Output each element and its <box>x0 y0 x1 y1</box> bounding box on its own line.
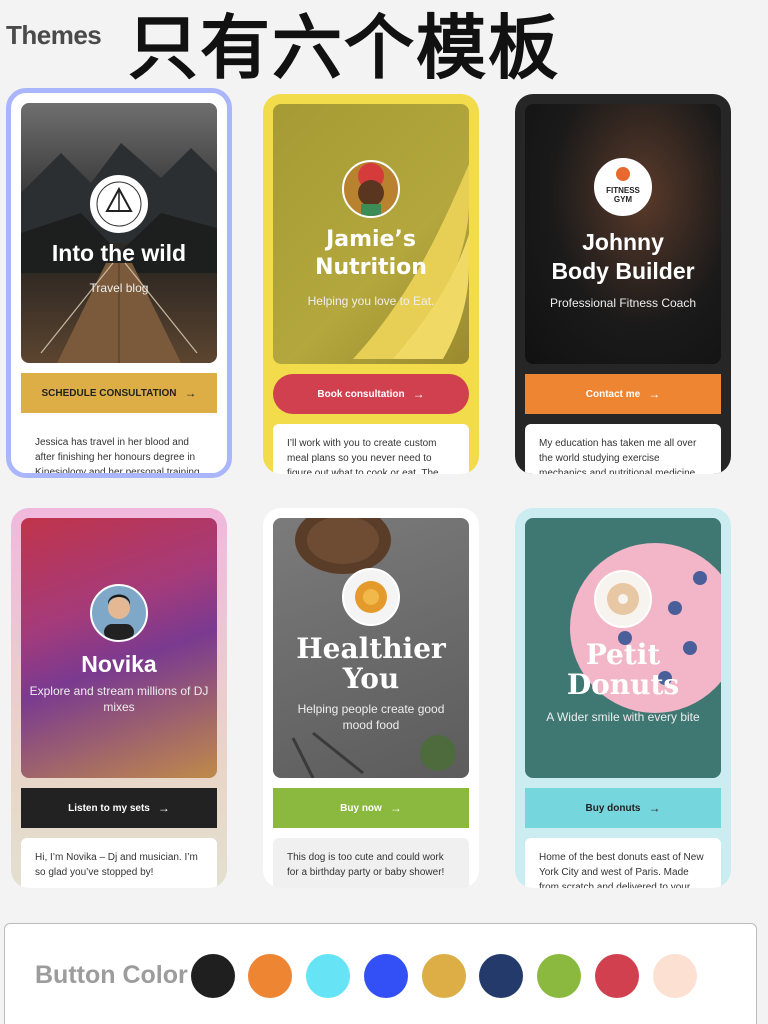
fitness-gym-logo-text: FITNESS GYM <box>606 186 640 204</box>
hero-title: Into the wild <box>51 240 187 266</box>
hero-subtitle: Helping people create good mood food <box>297 702 445 732</box>
hero-subtitle: A Wider smile with every bite <box>546 710 700 724</box>
hero-title-line2: Body Builder <box>551 258 695 284</box>
theme-description: Jessica has travel in her blood and afte… <box>21 423 217 473</box>
hero-title-line2: You <box>342 662 400 695</box>
hero-subtitle: Helping you love to Eat. <box>307 294 435 308</box>
theme-card-into-the-wild[interactable]: Into the wild Travel blog SCHEDULE CONSU… <box>6 88 232 478</box>
book-consultation-button[interactable]: Book consultation → <box>273 374 469 414</box>
theme-description: Home of the best donuts east of New York… <box>525 838 721 888</box>
avatar <box>90 584 148 642</box>
hero-image: Novika Explore and stream millions of DJ… <box>21 518 217 778</box>
hero-title-line2: Nutrition <box>315 255 427 280</box>
theme-description: Hi, I’m Novika – Dj and musician. I’m so… <box>21 838 217 888</box>
hero-title-line1: Jamie’s <box>326 227 416 252</box>
color-swatch-blue[interactable] <box>364 954 408 998</box>
theme-description: My education has taken me all over the w… <box>525 424 721 474</box>
into-the-wild-logo <box>90 175 148 233</box>
hero-image: Petit Donuts A Wider smile with every bi… <box>525 518 721 778</box>
color-swatch-navy[interactable] <box>479 954 523 998</box>
theme-card-healthier-you[interactable]: Healthier You Helping people create good… <box>263 508 479 888</box>
hero-subtitle: Explore and stream millions of DJ mixes <box>29 684 209 714</box>
theme-description: This dog is too cute and could work for … <box>273 838 469 888</box>
button-color-label: Button Color <box>35 961 188 989</box>
color-swatch-mustard[interactable] <box>422 954 466 998</box>
button-color-panel: Button Color <box>4 923 757 1024</box>
hero-title-line2: Donuts <box>566 668 680 701</box>
avatar <box>342 568 400 626</box>
theme-card-jamies-nutrition[interactable]: Jamie’s Nutrition Helping you love to Ea… <box>263 94 479 474</box>
hero-title-line1: Healthier <box>296 632 446 665</box>
contact-me-button[interactable]: Contact me → <box>525 374 721 414</box>
arrow-right-icon: → <box>648 387 661 401</box>
arrow-right-icon: → <box>412 387 425 401</box>
avatar <box>594 570 652 628</box>
avatar <box>342 160 400 218</box>
color-swatch-cyan[interactable] <box>306 954 350 998</box>
theme-description: I’ll work with you to create custom meal… <box>273 424 469 474</box>
fitness-gym-logo: FITNESS GYM <box>594 158 652 216</box>
hero-title-line1: Johnny <box>582 229 664 255</box>
arrow-right-icon: → <box>389 801 402 815</box>
hero-image: Healthier You Helping people create good… <box>273 518 469 778</box>
banner-overlay-text: 只有六个模板 <box>128 7 560 89</box>
themes-heading: Themes <box>6 20 102 50</box>
color-swatch-peach[interactable] <box>653 954 697 998</box>
theme-card-petit-donuts[interactable]: Petit Donuts A Wider smile with every bi… <box>515 508 731 888</box>
color-swatch-black[interactable] <box>191 954 235 998</box>
arrow-right-icon: → <box>157 801 170 815</box>
listen-to-my-sets-button[interactable]: Listen to my sets → <box>21 788 217 828</box>
hero-title-line1: Petit <box>585 638 661 671</box>
hero-image: Into the wild Travel blog <box>21 103 217 363</box>
header: Themes 只有六个模板 <box>0 0 768 90</box>
hero-title: Novika <box>81 651 157 677</box>
hero-image: FITNESS GYM Johnny Body Builder Professi… <box>525 104 721 364</box>
mountain-bridge-illustration <box>21 143 217 363</box>
buy-donuts-button[interactable]: Buy donuts → <box>525 788 721 828</box>
theme-card-novika[interactable]: Novika Explore and stream millions of DJ… <box>11 508 227 888</box>
arrow-right-icon: → <box>184 386 197 400</box>
schedule-consultation-button[interactable]: SCHEDULE CONSULTATION → <box>21 373 217 413</box>
theme-card-johnny-body-builder[interactable]: FITNESS GYM Johnny Body Builder Professi… <box>515 94 731 474</box>
color-swatch-red[interactable] <box>595 954 639 998</box>
hero-image: Jamie’s Nutrition Helping you love to Ea… <box>273 104 469 364</box>
color-swatch-green[interactable] <box>537 954 581 998</box>
hero-subtitle: Travel blog <box>89 281 149 295</box>
arrow-right-icon: → <box>648 801 661 815</box>
buy-now-button[interactable]: Buy now → <box>273 788 469 828</box>
hero-subtitle: Professional Fitness Coach <box>549 296 697 310</box>
color-swatch-orange[interactable] <box>248 954 292 998</box>
